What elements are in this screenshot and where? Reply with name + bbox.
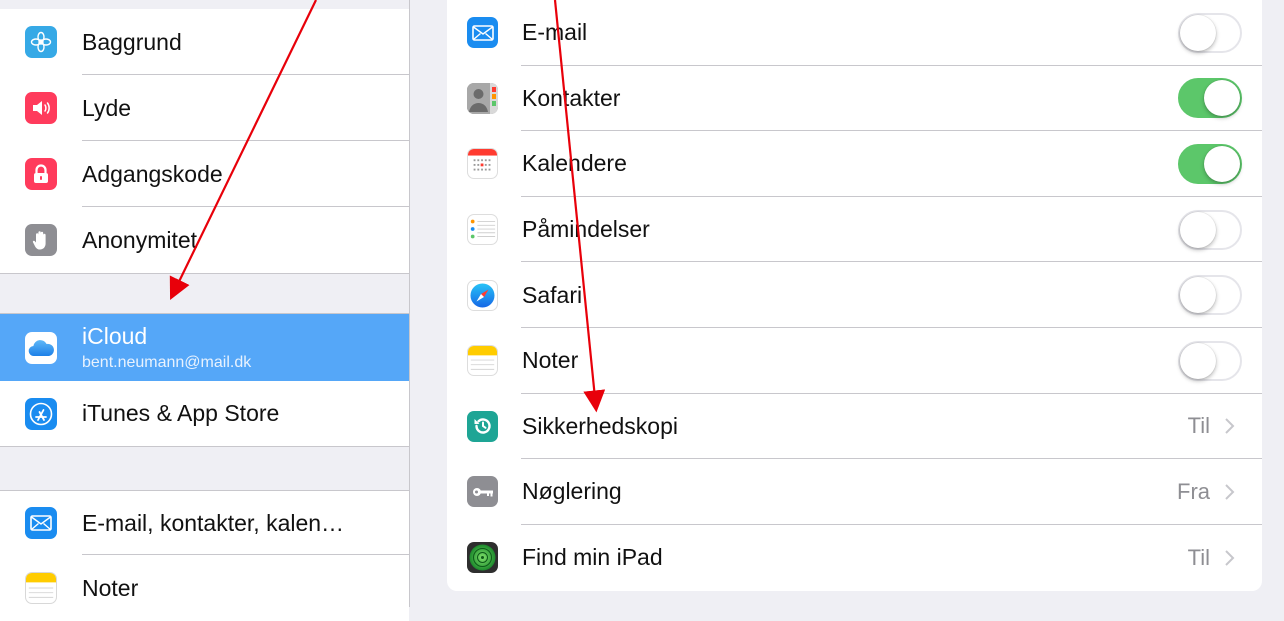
sidebar-item-baggrund[interactable]: Baggrund: [0, 9, 409, 75]
speaker-icon: [25, 92, 57, 124]
icloud-settings-panel: E-mail Kontakter Kalendere Påmindelser S…: [447, 0, 1262, 591]
row-noglering[interactable]: Nøglering Fra: [447, 459, 1262, 525]
safari-icon: [467, 279, 498, 311]
sidebar-item-label: Lyde: [82, 94, 132, 121]
reminders-icon: [467, 214, 498, 246]
pamindelser-toggle[interactable]: [1178, 209, 1242, 250]
row-find-min-ipad[interactable]: Find min iPad Til: [447, 525, 1262, 591]
sidebar-item-label: Noter: [82, 574, 139, 601]
row-email: E-mail: [447, 0, 1262, 66]
row-pamindelser: Påmindelser: [447, 197, 1262, 263]
sidebar-item-label: E-mail, kontakter, kalen…: [82, 509, 345, 536]
row-safari: Safari: [447, 262, 1262, 328]
sidebar-item-anonymitet[interactable]: Anonymitet: [0, 207, 409, 273]
sidebar-group-general: Baggrund Lyde Adgangskode Anonymitet: [0, 9, 409, 274]
row-label: Kontakter: [522, 84, 621, 111]
kontakter-toggle[interactable]: [1178, 78, 1242, 119]
row-label: Påmindelser: [522, 216, 650, 243]
sidebar-group-apps: E-mail, kontakter, kalen… Noter: [0, 490, 409, 621]
mail-icon: [467, 17, 498, 49]
sidebar-item-label: iTunes & App Store: [82, 400, 280, 426]
sidebar-item-lyde[interactable]: Lyde: [0, 75, 409, 141]
row-value: Til: [1187, 544, 1210, 570]
sidebar-item-label: iCloud: [82, 323, 148, 349]
toggle-knob: [1180, 342, 1216, 379]
backup-icon: [467, 410, 498, 442]
sidebar-item-adgangskode[interactable]: Adgangskode: [0, 141, 409, 207]
find-my-ipad-icon: [467, 542, 498, 574]
sidebar-item-itunes-app-store[interactable]: iTunes & App Store: [0, 381, 409, 446]
kalendere-toggle[interactable]: [1178, 143, 1242, 184]
toggle-knob: [1180, 277, 1216, 314]
icloud-icon: [25, 331, 57, 364]
sidebar-item-label: Adgangskode: [82, 160, 223, 187]
row-value: Fra: [1177, 478, 1210, 504]
toggle-knob: [1180, 211, 1216, 248]
row-label: Find min iPad: [522, 544, 663, 571]
notes-icon: [467, 345, 498, 377]
contacts-icon: [467, 82, 498, 114]
calendar-icon: [467, 148, 498, 180]
row-sikkerhedskopi[interactable]: Sikkerhedskopi Til: [447, 394, 1262, 460]
toggle-knob: [1180, 14, 1216, 51]
notes-icon: [25, 572, 57, 604]
row-noter: Noter: [447, 328, 1262, 394]
row-value: Til: [1187, 413, 1210, 439]
chevron-right-icon: [1225, 418, 1235, 435]
sidebar-item-icloud[interactable]: iCloud bent.neumann@mail.dk: [0, 314, 409, 381]
sidebar-item-noter[interactable]: Noter: [0, 555, 409, 621]
safari-toggle[interactable]: [1178, 275, 1242, 316]
keychain-icon: [467, 476, 498, 508]
sidebar-item-label: Anonymitet: [82, 226, 198, 253]
sidebar: Baggrund Lyde Adgangskode Anonymitet iCl…: [0, 0, 410, 621]
row-label: Kalendere: [522, 150, 627, 177]
row-label: Noter: [522, 347, 579, 374]
app-store-icon: [25, 397, 57, 430]
sidebar-item-label: Baggrund: [82, 28, 182, 55]
row-label: Sikkerhedskopi: [522, 412, 678, 439]
row-kalendere: Kalendere: [447, 131, 1262, 197]
chevron-right-icon: [1225, 484, 1235, 500]
sidebar-item-email-kontakter-kalendere[interactable]: E-mail, kontakter, kalen…: [0, 491, 409, 555]
row-label: E-mail: [522, 19, 588, 46]
row-label: Safari: [522, 281, 583, 308]
noter-toggle[interactable]: [1178, 340, 1242, 381]
chevron-right-icon: [1225, 549, 1235, 566]
lock-icon: [25, 158, 57, 190]
toggle-knob: [1204, 145, 1240, 182]
sidebar-group-accounts: iCloud bent.neumann@mail.dk iTunes & App…: [0, 313, 409, 447]
toggle-knob: [1204, 80, 1240, 117]
mail-icon: [25, 507, 57, 539]
hand-icon: [25, 224, 57, 256]
wallpaper-icon: [25, 26, 57, 58]
row-kontakter: Kontakter: [447, 66, 1262, 132]
row-label: Nøglering: [522, 478, 622, 505]
account-email: bent.neumann@mail.dk: [82, 354, 252, 371]
email-toggle[interactable]: [1178, 12, 1242, 53]
